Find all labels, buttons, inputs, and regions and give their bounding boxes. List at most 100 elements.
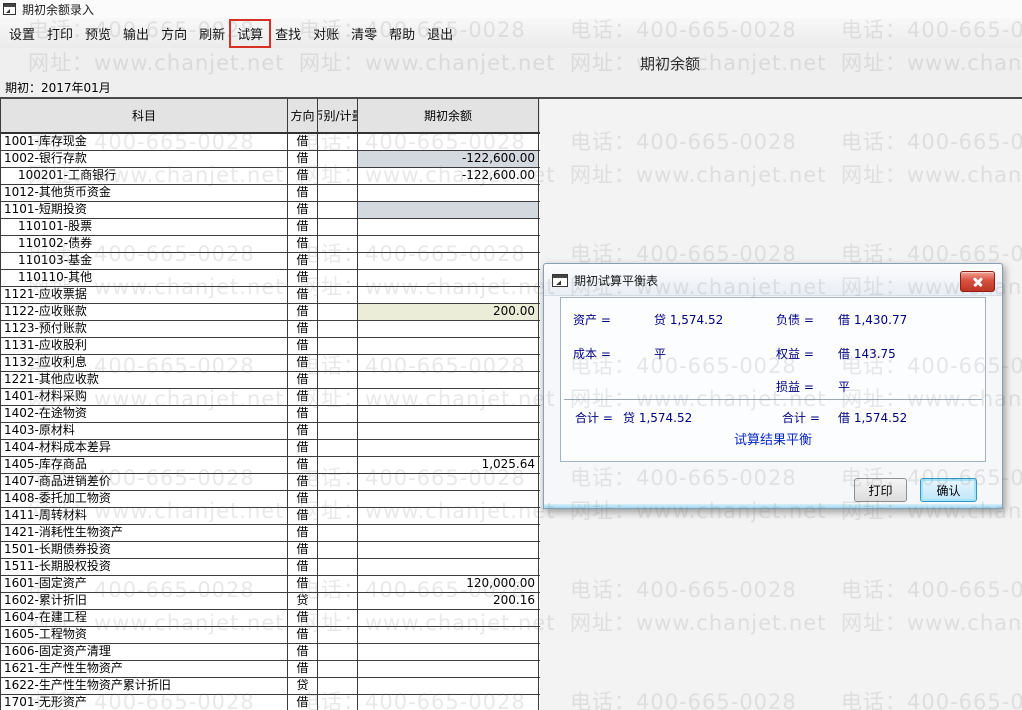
direction-cell[interactable]: 借 xyxy=(288,304,318,320)
balance-cell[interactable] xyxy=(358,253,539,269)
direction-cell[interactable]: 借 xyxy=(288,457,318,473)
direction-cell[interactable]: 借 xyxy=(288,236,318,252)
table-row[interactable]: 1602-累计折旧贷200.16 xyxy=(1,593,540,610)
balance-cell[interactable] xyxy=(358,389,539,405)
direction-cell[interactable]: 借 xyxy=(288,287,318,303)
direction-cell[interactable]: 借 xyxy=(288,695,318,710)
balance-cell[interactable] xyxy=(358,372,539,388)
balance-cell[interactable] xyxy=(358,678,539,694)
direction-cell[interactable]: 借 xyxy=(288,389,318,405)
balance-cell[interactable] xyxy=(358,338,539,354)
direction-cell[interactable]: 借 xyxy=(288,440,318,456)
table-row[interactable]: 1701-无形资产借 xyxy=(1,695,540,710)
table-row[interactable]: 1421-消耗性生物资产借 xyxy=(1,525,540,542)
balance-cell[interactable] xyxy=(358,525,539,541)
table-row[interactable]: 1101-短期投资借 xyxy=(1,202,540,219)
balance-cell[interactable] xyxy=(358,406,539,422)
balance-cell[interactable]: -122,600.00 xyxy=(358,151,539,167)
balance-cell[interactable]: 200.16 xyxy=(358,593,539,609)
table-row[interactable]: 1012-其他货币资金借 xyxy=(1,185,540,202)
close-icon[interactable] xyxy=(960,271,995,292)
table-row[interactable]: 1606-固定资产清理借 xyxy=(1,644,540,661)
balance-cell[interactable] xyxy=(358,355,539,371)
direction-cell[interactable]: 借 xyxy=(288,151,318,167)
table-row[interactable]: 110101-股票借 xyxy=(1,219,540,236)
direction-cell[interactable]: 借 xyxy=(288,576,318,592)
balance-cell[interactable]: 120,000.00 xyxy=(358,576,539,592)
menu-item-reconcile[interactable]: 对账 xyxy=(307,21,345,46)
table-row[interactable]: 100201-工商银行借-122,600.00 xyxy=(1,168,540,185)
direction-cell[interactable]: 借 xyxy=(288,219,318,235)
table-row[interactable]: 1121-应收票据借 xyxy=(1,287,540,304)
table-row[interactable]: 1511-长期股权投资借 xyxy=(1,559,540,576)
table-row[interactable]: 1405-库存商品借1,025.64 xyxy=(1,457,540,474)
direction-cell[interactable]: 贷 xyxy=(288,593,318,609)
menu-item-direction[interactable]: 方向 xyxy=(155,21,193,46)
balance-cell[interactable] xyxy=(358,202,539,218)
direction-cell[interactable]: 借 xyxy=(288,202,318,218)
table-row[interactable]: 1411-周转材料借 xyxy=(1,508,540,525)
direction-cell[interactable]: 借 xyxy=(288,423,318,439)
balance-cell[interactable] xyxy=(358,627,539,643)
direction-cell[interactable]: 借 xyxy=(288,542,318,558)
menu-item-help[interactable]: 帮助 xyxy=(383,21,421,46)
table-row[interactable]: 1403-原材料借 xyxy=(1,423,540,440)
balance-cell[interactable] xyxy=(358,610,539,626)
balance-cell[interactable] xyxy=(358,559,539,575)
menu-item-find[interactable]: 查找 xyxy=(269,21,307,46)
table-row[interactable]: 1002-银行存款借-122,600.00 xyxy=(1,151,540,168)
direction-cell[interactable]: 借 xyxy=(288,474,318,490)
table-row[interactable]: 110102-债券借 xyxy=(1,236,540,253)
menu-item-output[interactable]: 输出 xyxy=(117,21,155,46)
direction-cell[interactable]: 借 xyxy=(288,253,318,269)
direction-cell[interactable]: 借 xyxy=(288,508,318,524)
direction-cell[interactable]: 借 xyxy=(288,321,318,337)
balance-cell[interactable] xyxy=(358,491,539,507)
direction-cell[interactable]: 借 xyxy=(288,406,318,422)
direction-cell[interactable]: 借 xyxy=(288,338,318,354)
balance-cell[interactable] xyxy=(358,508,539,524)
table-row[interactable]: 1622-生产性生物资产累计折旧贷 xyxy=(1,678,540,695)
balance-cell[interactable] xyxy=(358,219,539,235)
direction-cell[interactable]: 借 xyxy=(288,168,318,184)
table-row[interactable]: 1132-应收利息借 xyxy=(1,355,540,372)
menu-item-exit[interactable]: 退出 xyxy=(421,21,459,46)
table-row[interactable]: 1604-在建工程借 xyxy=(1,610,540,627)
balance-cell[interactable] xyxy=(358,423,539,439)
confirm-button[interactable]: 确认 xyxy=(920,478,977,502)
balance-cell[interactable]: 1,025.64 xyxy=(358,457,539,473)
table-row[interactable]: 1131-应收股利借 xyxy=(1,338,540,355)
direction-cell[interactable]: 借 xyxy=(288,270,318,286)
balance-cell[interactable] xyxy=(358,542,539,558)
direction-cell[interactable]: 借 xyxy=(288,644,318,660)
table-row[interactable]: 1404-材料成本差异借 xyxy=(1,440,540,457)
menu-item-clear[interactable]: 清零 xyxy=(345,21,383,46)
table-row[interactable]: 1407-商品进销差价借 xyxy=(1,474,540,491)
table-row[interactable]: 1501-长期债券投资借 xyxy=(1,542,540,559)
menu-item-settings[interactable]: 设置 xyxy=(3,21,41,46)
table-row[interactable]: 110103-基金借 xyxy=(1,253,540,270)
print-button[interactable]: 打印 xyxy=(854,478,907,502)
direction-cell[interactable]: 借 xyxy=(288,525,318,541)
balance-cell[interactable] xyxy=(358,236,539,252)
table-row[interactable]: 1408-委托加工物资借 xyxy=(1,491,540,508)
balance-cell[interactable] xyxy=(358,287,539,303)
direction-cell[interactable]: 借 xyxy=(288,355,318,371)
balance-cell[interactable] xyxy=(358,644,539,660)
table-row[interactable]: 1401-材料采购借 xyxy=(1,389,540,406)
balance-cell[interactable] xyxy=(358,321,539,337)
dialog-titlebar[interactable]: 期初试算平衡表 xyxy=(544,264,1002,296)
direction-cell[interactable]: 借 xyxy=(288,559,318,575)
menu-item-refresh[interactable]: 刷新 xyxy=(193,21,231,46)
direction-cell[interactable]: 借 xyxy=(288,627,318,643)
balance-cell[interactable] xyxy=(358,270,539,286)
table-row[interactable]: 1001-库存现金借 xyxy=(1,134,540,151)
table-row[interactable]: 1601-固定资产借120,000.00 xyxy=(1,576,540,593)
direction-cell[interactable]: 借 xyxy=(288,491,318,507)
direction-cell[interactable]: 借 xyxy=(288,134,318,150)
direction-cell[interactable]: 借 xyxy=(288,185,318,201)
menu-item-trial[interactable]: 试算 xyxy=(231,21,269,46)
balance-cell[interactable]: 200.00 xyxy=(358,304,539,320)
balance-cell[interactable] xyxy=(358,695,539,710)
direction-cell[interactable]: 借 xyxy=(288,661,318,677)
